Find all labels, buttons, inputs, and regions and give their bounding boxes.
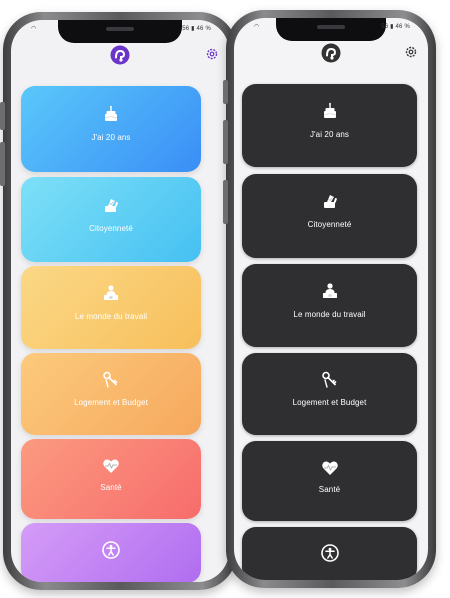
worker-desk-icon [102,284,120,302]
category-card-le-monde-du-travail[interactable]: Le monde du travail [242,264,417,347]
wifi-icon: ◠ [254,24,260,30]
notch [58,20,182,43]
gear-icon[interactable] [205,47,219,61]
category-label: Citoyenneté [307,220,352,229]
ballot-vote-icon [102,196,120,214]
category-card-logement-et-budget[interactable]: Logement et Budget [242,353,417,435]
category-card-accessibility[interactable] [242,527,417,580]
accessibility-icon [102,541,120,559]
birthday-cake-icon [321,102,339,120]
app-logo[interactable] [110,45,130,65]
phone-light: 56 ▮ 46 % ◠ J'ai 20 ans Citoyenneté Le mon… [0,12,237,590]
category-card-accessibility[interactable] [21,523,201,582]
category-label: Citoyenneté [89,224,133,233]
category-label: Santé [318,485,341,494]
category-label: Logement et Budget [74,398,148,407]
category-label: Le monde du travail [293,310,366,319]
category-card-logement-et-budget[interactable]: Logement et Budget [21,353,201,435]
notch [276,18,386,41]
phone-dark: 56 ▮ 46 % ◠ J'ai 20 ans Citoyenneté Le mon… [223,10,436,588]
worker-desk-icon [321,282,339,300]
category-card-sante[interactable]: Santé [242,441,417,521]
keys-icon [321,371,339,389]
category-label: Logement et Budget [292,398,367,407]
side-button [223,80,228,104]
side-button [0,142,5,186]
birthday-cake-icon [102,105,120,123]
status-indicators: 56 ▮ 46 % [182,26,211,32]
ballot-vote-icon [321,192,339,210]
heartbeat-icon [102,457,120,475]
side-button [0,102,5,130]
screen: 56 ▮ 46 % ◠ J'ai 20 ans Citoyenneté Le mon… [11,20,229,582]
app-logo[interactable] [321,43,341,63]
category-label: Le monde du travail [74,312,148,321]
category-card-le-monde-du-travail[interactable]: Le monde du travail [21,266,201,349]
status-indicators: 56 ▮ 46 % [381,24,410,30]
category-card-sante[interactable]: Santé [21,439,201,519]
category-label: Santé [100,483,122,492]
category-card-j-ai-20-ans[interactable]: J'ai 20 ans [21,86,201,172]
wifi-icon: ◠ [31,26,37,32]
heartbeat-icon [321,459,339,477]
keys-icon [102,371,120,389]
category-label: J'ai 20 ans [309,130,350,139]
speaker [106,27,134,31]
category-card-j-ai-20-ans[interactable]: J'ai 20 ans [242,84,417,167]
category-label: J'ai 20 ans [91,133,131,142]
accessibility-icon [320,544,339,562]
category-card-citoyennete[interactable]: Citoyenneté [21,177,201,262]
category-card-citoyennete[interactable]: Citoyenneté [242,174,417,258]
gear-icon[interactable] [404,45,418,59]
screen: 56 ▮ 46 % ◠ J'ai 20 ans Citoyenneté Le mon… [234,18,428,580]
speaker [317,25,345,29]
side-button [223,120,228,164]
side-button [223,180,228,224]
